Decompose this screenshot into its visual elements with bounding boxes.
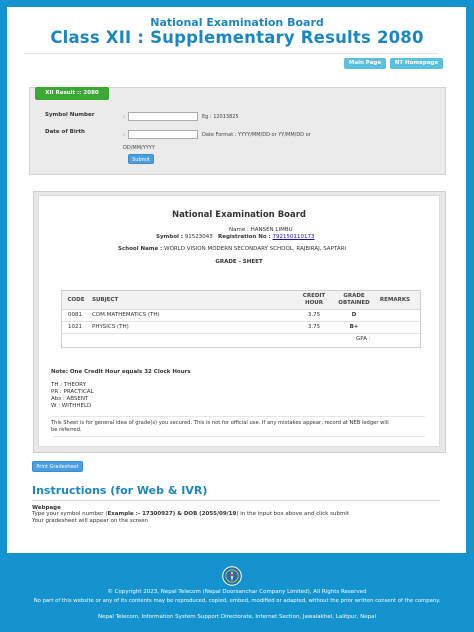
disclaimer-line1: This Sheet is for general idea of grade(… [51, 420, 389, 426]
symbol-colon: : [123, 114, 125, 120]
symbol-value: 91523043 [184, 234, 213, 240]
row2-subject: PHYSICS (TH) [92, 324, 129, 330]
dob-hint-line2: DD/MM/YYYY [123, 145, 155, 151]
dob-input[interactable] [128, 130, 198, 139]
instructions-divider [32, 500, 440, 501]
instructions-title: Instructions (for Web & IVR) [32, 484, 208, 497]
footer-notice: No part of this website or any of its co… [33, 598, 441, 604]
name-label: Name : [229, 227, 249, 233]
sheet-board-title: National Examination Board [171, 210, 307, 220]
dob-hint-line1: Date Format : YYYY/MM/DD or YY/MM/DD or [202, 132, 311, 138]
school-row: School Name : WORLD VISION MODERN SECOND… [118, 246, 346, 252]
footer-department: Nepal Telecom, Information System Suppor… [97, 614, 377, 620]
disclaimer-line2: be referred. [51, 427, 82, 433]
nepal-telecom-logo-icon [222, 566, 242, 586]
search-form-panel [29, 87, 446, 175]
instructions-line2: Your gradesheet will appear on the scree… [32, 518, 149, 524]
gpa-label: GPA : [356, 336, 371, 342]
row2-code: 1021 [68, 324, 82, 330]
student-name: HANSEN LIMBU [250, 227, 293, 233]
footer-copyright: © Copyright 2023, Nepal Telecom (Nepal D… [107, 589, 367, 595]
instructions-line1-a: Type your symbol number ( [32, 511, 108, 517]
row1-grade: D [351, 312, 357, 318]
row2-credit: 3.75 [307, 324, 321, 330]
registration-label: Registration No : [218, 234, 271, 240]
symbol-number-input[interactable] [128, 112, 198, 121]
row1-subject: COM.MATHEMATICS (TH) [92, 312, 160, 318]
col-remarks: REMARKS [379, 297, 411, 303]
instructions-example: Example :- 17300927) & DOB (2055/09/19 [107, 511, 237, 517]
symbol-hint: Eg : 12013825 [202, 114, 239, 120]
disclaimer-divider [53, 416, 425, 417]
row-divider [62, 333, 420, 334]
legend-practical: PR : PRACTICAL [51, 389, 94, 395]
col-subject: SUBJECT [92, 297, 119, 303]
legend-withheld: W : WITHHELD [51, 403, 92, 409]
symbol-number-label: Symbol Number [45, 112, 95, 118]
credit-hour-note: Note: One Credit Hour equals 32 Clock Ho… [51, 369, 191, 375]
school-label: School Name : [118, 246, 163, 252]
symbol-registration-row: Symbol : 91523043 Registration No : 7921… [156, 234, 314, 240]
page-title: Class XII : Supplementary Results 2080 [50, 28, 424, 47]
student-name-row: Name : HANSEN LIMBU [229, 227, 293, 233]
main-page-button[interactable]: Main Page [344, 58, 386, 69]
grade-sheet-heading: GRADE - SHEET [215, 259, 263, 265]
legend-absent: Abs : ABSENT [51, 396, 89, 402]
col-credit-hour: CREDIT HOUR [302, 293, 326, 306]
nt-homepage-button[interactable]: NT Homepage [390, 58, 443, 69]
instructions-line1: Type your symbol number (Example :- 1730… [32, 511, 349, 517]
submit-button[interactable]: Submit [128, 154, 154, 164]
instructions-line1-c: ) in the input box above and click submi… [236, 511, 349, 517]
print-gradesheet-button[interactable]: Print Gradesheet [32, 461, 83, 472]
registration-number-link[interactable]: 792150110173 [272, 234, 314, 240]
title-divider [24, 53, 438, 54]
row1-code: 0081 [68, 312, 82, 318]
row-divider [62, 321, 420, 322]
row1-credit: 3.75 [307, 312, 321, 318]
dob-colon: : [123, 132, 125, 138]
grade-table: CODE SUBJECT CREDIT HOUR GRADE OBTAINED … [61, 290, 421, 348]
legend-theory: TH : THEORY [51, 382, 86, 388]
col-grade-obtained: GRADE OBTAINED [338, 293, 370, 306]
dob-label: Date of Birth [45, 129, 85, 135]
col-code: CODE [67, 297, 85, 303]
result-tab: XII Result :: 2080 [35, 87, 109, 100]
row2-grade: B+ [349, 324, 359, 330]
symbol-label: Symbol : [156, 234, 183, 240]
disclaimer-divider [53, 436, 425, 437]
school-name: WORLD VISION MODERN SECONDARY SCHOOL, RA… [164, 246, 347, 252]
grade-sheet: National Examination Board Name : HANSEN… [38, 195, 440, 447]
